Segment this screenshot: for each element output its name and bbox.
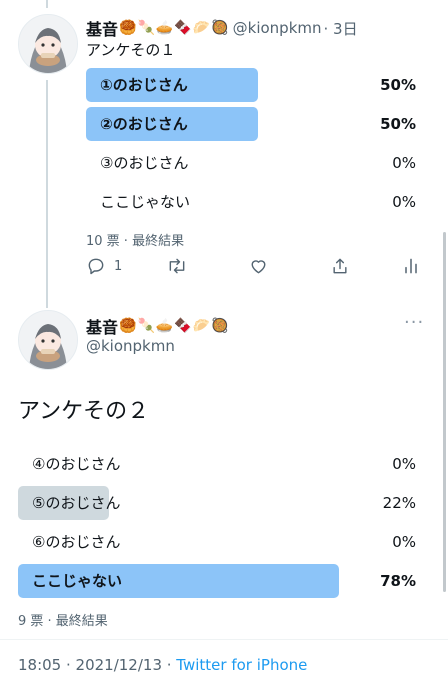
tweet-text: アンケその１: [86, 41, 176, 59]
poll-option-percent: 50%: [380, 76, 416, 94]
share-icon: [333, 258, 347, 274]
mooncake-emoji-icon: 🥮: [119, 20, 137, 36]
dango-emoji-icon: 🍡: [137, 318, 155, 334]
thread-connector: [46, 80, 48, 308]
retweet-icon: [169, 258, 185, 274]
avatar[interactable]: [18, 14, 78, 74]
author-row: 基音 🥮 🍡 🥧 🍫 🥟 🥘: [86, 314, 229, 338]
tweet-text: アンケその２: [18, 399, 150, 424]
poll-option: ③のおじさん 0%: [86, 146, 416, 180]
like-button[interactable]: [248, 256, 269, 276]
poll-option: ここじゃない 0%: [86, 185, 416, 219]
poll-option-percent: 78%: [380, 572, 416, 590]
tweet-timestamp[interactable]: 18:05 · 2021/12/13 ·: [18, 656, 176, 674]
poll-option-percent: 50%: [380, 115, 416, 133]
retweet-button[interactable]: [166, 256, 188, 276]
analytics-icon: [405, 258, 417, 274]
display-name[interactable]: 基音: [86, 314, 118, 338]
share-button[interactable]: [330, 256, 350, 276]
poll-option: ④のおじさん 0%: [18, 447, 416, 481]
pie-emoji-icon: 🥧: [155, 20, 174, 36]
reply-count: 1: [114, 258, 123, 274]
timestamp[interactable]: · 3日: [324, 18, 358, 39]
poll-option-label: ⑤のおじさん: [32, 494, 121, 512]
source-link[interactable]: Twitter for iPhone: [176, 656, 307, 674]
dumpling-emoji-icon: 🥟: [192, 20, 211, 36]
mooncake-emoji-icon: 🥮: [119, 318, 137, 334]
reply-icon: [88, 258, 104, 275]
poll-option-label: ④のおじさん: [32, 455, 121, 473]
poll-option-label: ⑥のおじさん: [32, 533, 121, 551]
poll-option: ①のおじさん 50%: [86, 68, 416, 102]
poll-option-percent: 22%: [382, 494, 416, 512]
divider: [0, 639, 448, 640]
poll-option-percent: 0%: [392, 154, 416, 172]
dango-emoji-icon: 🍡: [137, 20, 155, 36]
pan-food-emoji-icon: 🥘: [211, 20, 229, 36]
poll-summary: 9 票 · 最終結果: [18, 614, 108, 629]
chocolate-emoji-icon: 🍫: [174, 318, 192, 334]
scrollbar[interactable]: [443, 232, 446, 592]
poll-option-label: ②のおじさん: [100, 115, 188, 133]
handle[interactable]: @kionpkmn: [233, 19, 322, 37]
poll-summary: 10 票 · 最終結果: [86, 234, 185, 249]
poll-option-label: ここじゃない: [100, 193, 191, 211]
poll-option: ⑤のおじさん 22%: [18, 486, 416, 520]
chocolate-emoji-icon: 🍫: [174, 20, 192, 36]
poll-option-percent: 0%: [392, 533, 416, 551]
poll-option-label: ③のおじさん: [100, 154, 189, 172]
avatar[interactable]: [18, 310, 78, 370]
more-options-icon[interactable]: ···: [404, 312, 424, 333]
reply-button[interactable]: 1: [86, 256, 122, 276]
poll-option-percent: 0%: [392, 455, 416, 473]
avatar-illustration-icon: [19, 311, 77, 369]
heart-icon: [251, 260, 266, 274]
poll-option: ⑥のおじさん 0%: [18, 525, 416, 559]
avatar-illustration-icon: [19, 15, 77, 73]
poll-option-label: ここじゃない: [32, 572, 123, 590]
poll-option: ここじゃない 78%: [18, 564, 416, 598]
handle[interactable]: @kionpkmn: [86, 337, 175, 355]
thread-connector: [46, 0, 48, 8]
poll-option-label: ①のおじさん: [100, 76, 188, 94]
pan-food-emoji-icon: 🥘: [211, 318, 229, 334]
display-name[interactable]: 基音: [86, 16, 118, 40]
author-row: 基音 🥮 🍡 🥧 🍫 🥟 🥘 @kionpkmn · 3日: [86, 16, 358, 40]
dumpling-emoji-icon: 🥟: [192, 318, 211, 334]
poll-option: ②のおじさん 50%: [86, 107, 416, 141]
poll-option-percent: 0%: [392, 193, 416, 211]
tweet-timestamp-row: 18:05 · 2021/12/13 · Twitter for iPhone: [18, 656, 307, 674]
pie-emoji-icon: 🥧: [155, 318, 174, 334]
analytics-button[interactable]: [403, 256, 419, 276]
